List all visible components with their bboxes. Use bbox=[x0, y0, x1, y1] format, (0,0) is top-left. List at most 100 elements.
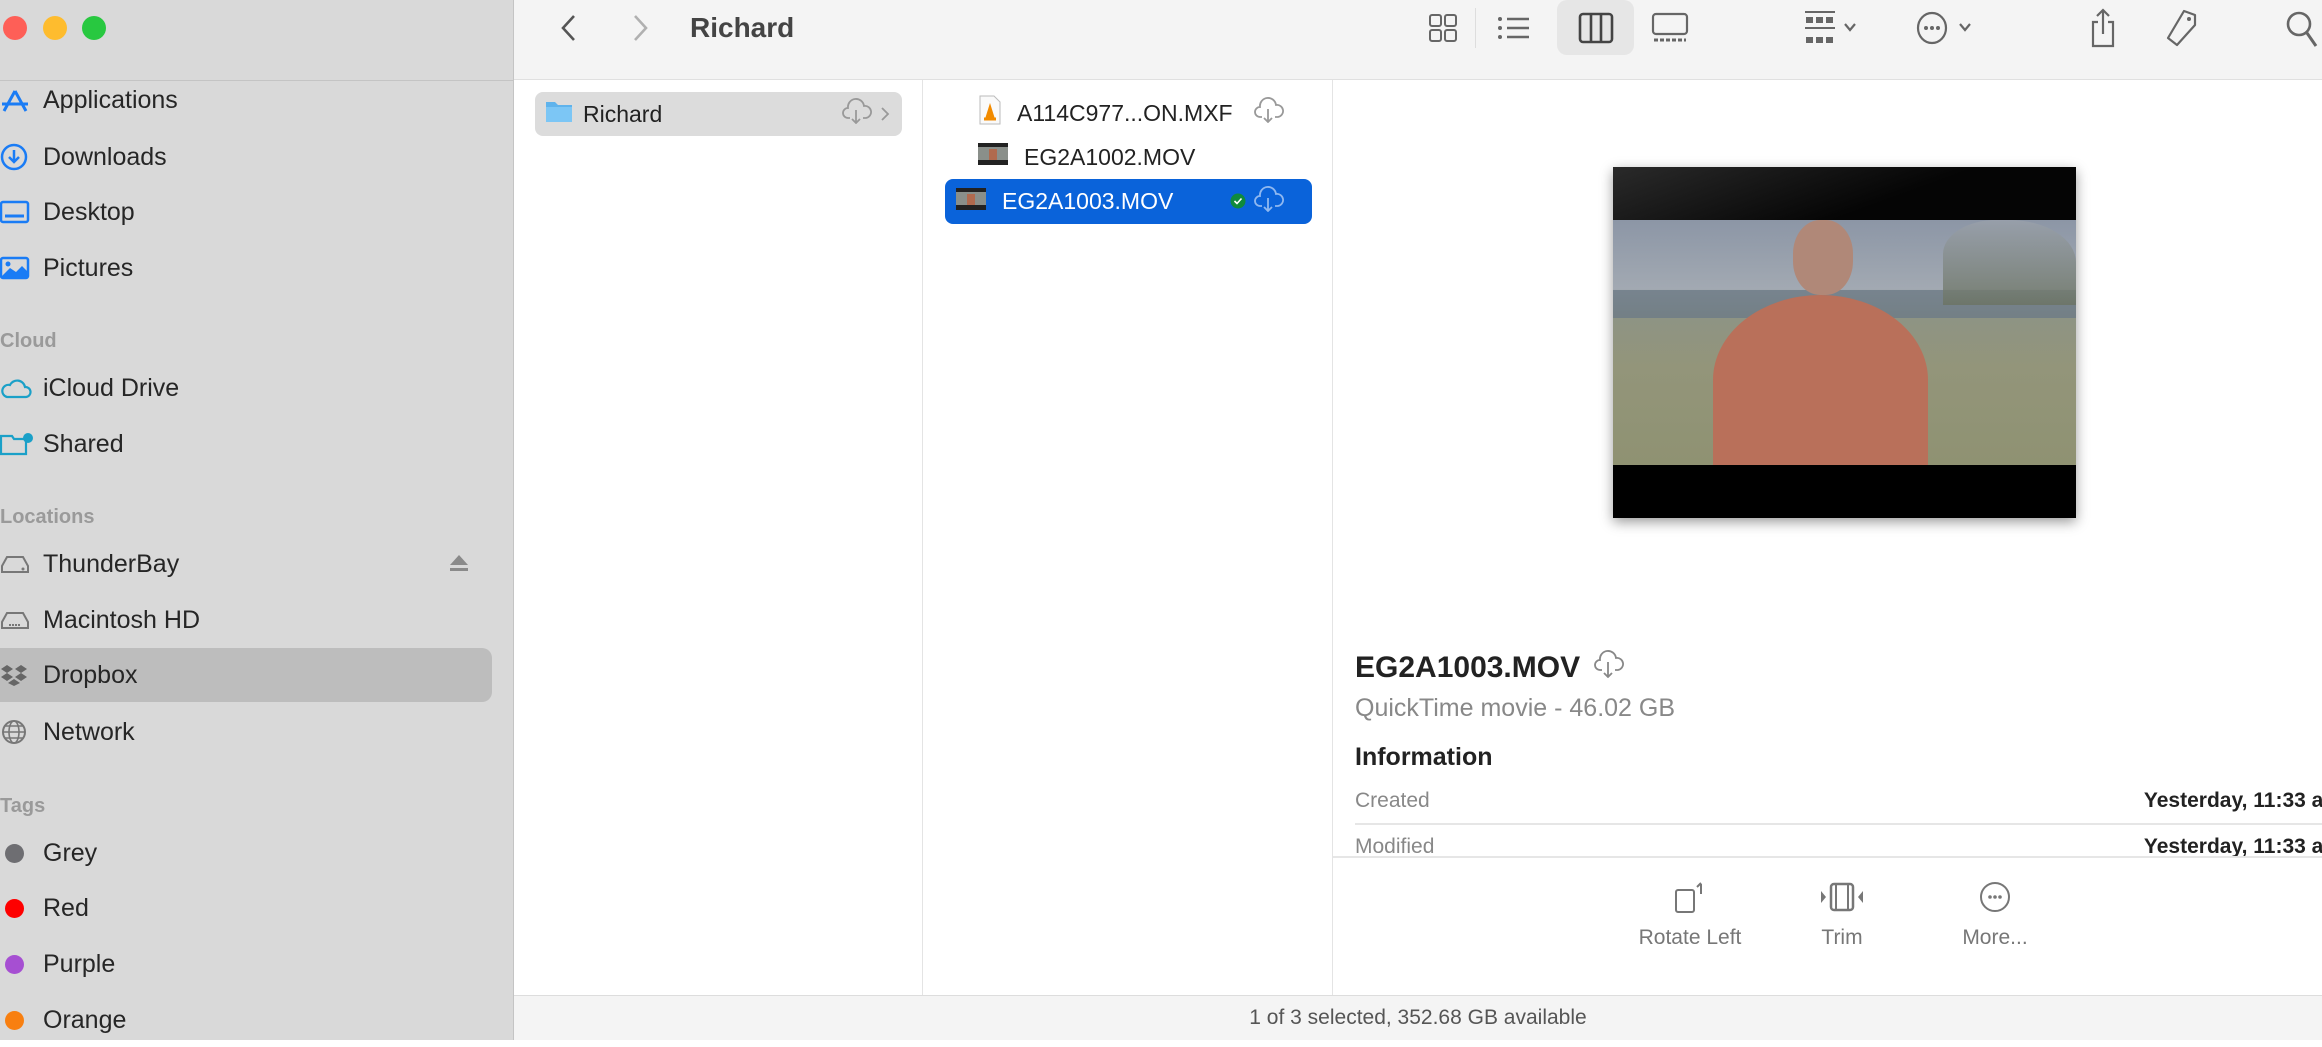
forward-button[interactable] bbox=[625, 8, 655, 48]
desktop-icon bbox=[0, 200, 43, 224]
folder-row-richard[interactable]: Richard bbox=[535, 92, 902, 136]
section-header-cloud: Cloud bbox=[0, 330, 57, 352]
sidebar-item-shared[interactable]: Shared bbox=[0, 417, 492, 471]
more-button[interactable]: More... bbox=[1915, 880, 2075, 950]
sidebar-item-applications[interactable]: Applications bbox=[0, 73, 492, 127]
info-row-created: Created Yesterday, 11:33 am bbox=[1355, 789, 2322, 825]
sidebar-tag-purple[interactable]: Purple bbox=[0, 937, 492, 991]
cloud-download-icon[interactable] bbox=[1254, 97, 1284, 129]
preview-pane: EG2A1003.MOV QuickTime movie - 46.02 GB … bbox=[1333, 80, 2322, 995]
action-label: More... bbox=[1962, 926, 2028, 949]
sidebar-item-label: Macintosh HD bbox=[43, 605, 200, 634]
action-label: Trim bbox=[1821, 926, 1863, 949]
sidebar: Applications Downloads Desktop Pictures … bbox=[0, 0, 514, 1040]
sidebar-item-thunderbay[interactable]: ThunderBay bbox=[0, 537, 492, 591]
sidebar-item-label: Dropbox bbox=[43, 660, 138, 689]
sidebar-item-label: Pictures bbox=[43, 253, 134, 282]
ellipsis-circle-icon bbox=[1980, 882, 2010, 912]
info-label: Modified bbox=[1355, 835, 1435, 857]
sidebar-item-label: Red bbox=[43, 893, 89, 922]
file-row[interactable]: EG2A1002.MOV bbox=[945, 135, 1312, 179]
preview-filename: EG2A1003.MOV bbox=[1355, 651, 1581, 684]
zoom-window-button[interactable] bbox=[82, 16, 106, 40]
gallery-icon bbox=[1651, 12, 1689, 42]
preview-subtitle: QuickTime movie - 46.02 GB bbox=[1355, 694, 1676, 722]
group-icon bbox=[1805, 11, 1856, 43]
network-globe-icon bbox=[0, 719, 43, 745]
back-button[interactable] bbox=[554, 8, 584, 48]
tag-color-dot-icon bbox=[5, 954, 24, 974]
sidebar-item-desktop[interactable]: Desktop bbox=[0, 185, 492, 239]
tag-color-dot-icon bbox=[5, 1010, 24, 1030]
icon-grid-icon bbox=[1429, 14, 1457, 42]
icon-view-button[interactable] bbox=[1426, 8, 1460, 48]
video-preview-thumbnail[interactable] bbox=[1613, 167, 2076, 518]
pictures-icon bbox=[0, 256, 43, 280]
ellipsis-circle-icon bbox=[1916, 11, 1971, 45]
sidebar-tag-red[interactable]: Red bbox=[0, 881, 492, 935]
vlc-file-icon bbox=[979, 95, 1001, 131]
rotate-left-icon bbox=[1675, 882, 1702, 913]
sidebar-item-label: ThunderBay bbox=[43, 549, 180, 578]
trim-button[interactable]: Trim bbox=[1762, 880, 1922, 950]
applications-icon bbox=[0, 87, 43, 113]
group-by-button[interactable] bbox=[1800, 8, 1870, 48]
cloud-download-icon[interactable] bbox=[1594, 650, 1625, 686]
sidebar-item-pictures[interactable]: Pictures bbox=[0, 241, 492, 295]
shared-folder-icon bbox=[0, 432, 43, 456]
file-name: EG2A1003.MOV bbox=[1002, 188, 1174, 214]
file-row-selected[interactable]: EG2A1003.MOV bbox=[945, 179, 1312, 224]
tag-color-dot-icon bbox=[5, 843, 24, 863]
list-icon bbox=[1498, 17, 1529, 39]
dropbox-icon bbox=[0, 663, 43, 687]
sidebar-tag-grey[interactable]: Grey bbox=[0, 826, 492, 880]
list-view-button[interactable] bbox=[1496, 8, 1532, 48]
divider bbox=[1333, 856, 2322, 858]
information-header: Information bbox=[1355, 743, 1493, 771]
external-drive-icon bbox=[0, 554, 43, 574]
action-menu-button[interactable] bbox=[1914, 8, 1984, 48]
cloud-download-icon[interactable] bbox=[842, 98, 872, 130]
eject-icon[interactable] bbox=[448, 551, 470, 580]
info-value: Yesterday, 11:33 am bbox=[2143, 835, 2322, 857]
video-thumbnail-icon bbox=[978, 143, 1008, 171]
synced-check-icon bbox=[1230, 188, 1246, 215]
close-window-button[interactable] bbox=[3, 16, 27, 40]
info-value: Yesterday, 11:33 am bbox=[2143, 789, 2322, 812]
share-button[interactable] bbox=[2088, 8, 2118, 48]
sidebar-item-icloud-drive[interactable]: iCloud Drive bbox=[0, 361, 492, 415]
trim-icon bbox=[1821, 882, 1863, 912]
sidebar-item-label: Applications bbox=[43, 85, 178, 114]
sidebar-item-dropbox[interactable]: Dropbox bbox=[0, 648, 492, 702]
section-header-tags: Tags bbox=[0, 795, 46, 817]
cloud-download-icon[interactable] bbox=[1254, 185, 1284, 218]
folder-name: Richard bbox=[583, 100, 663, 127]
tag-icon bbox=[2166, 9, 2197, 47]
tags-button[interactable] bbox=[2164, 8, 2200, 48]
sidebar-tag-orange[interactable]: Orange bbox=[0, 993, 492, 1047]
gallery-view-button[interactable] bbox=[1650, 8, 1690, 48]
sidebar-item-label: Downloads bbox=[43, 142, 167, 171]
minimize-window-button[interactable] bbox=[43, 16, 67, 40]
search-button[interactable] bbox=[2284, 8, 2320, 48]
rotate-left-button[interactable]: Rotate Left bbox=[1610, 880, 1770, 950]
file-row[interactable]: A114C977...ON.MXF bbox=[945, 91, 1312, 135]
column-2: A114C977...ON.MXF EG2A1002.MOV EG2A1003.… bbox=[923, 80, 1333, 995]
sidebar-item-label: Orange bbox=[43, 1005, 127, 1034]
sidebar-item-label: Shared bbox=[43, 429, 124, 458]
sidebar-item-network[interactable]: Network bbox=[0, 705, 492, 759]
tag-color-dot-icon bbox=[5, 898, 24, 918]
action-label: Rotate Left bbox=[1638, 926, 1742, 949]
video-thumbnail-icon bbox=[956, 187, 986, 216]
sidebar-item-label: Purple bbox=[43, 949, 116, 978]
chevron-right-icon bbox=[880, 101, 890, 128]
column-view-button[interactable] bbox=[1557, 0, 1634, 55]
share-icon bbox=[2091, 8, 2115, 48]
sidebar-item-downloads[interactable]: Downloads bbox=[0, 130, 492, 184]
sidebar-item-macintosh-hd[interactable]: Macintosh HD bbox=[0, 593, 492, 647]
info-label: Created bbox=[1355, 789, 1430, 812]
sidebar-item-label: Network bbox=[43, 717, 135, 746]
window-title: Richard bbox=[690, 12, 795, 43]
sidebar-item-label: Desktop bbox=[43, 197, 135, 226]
divider bbox=[1475, 8, 1476, 48]
